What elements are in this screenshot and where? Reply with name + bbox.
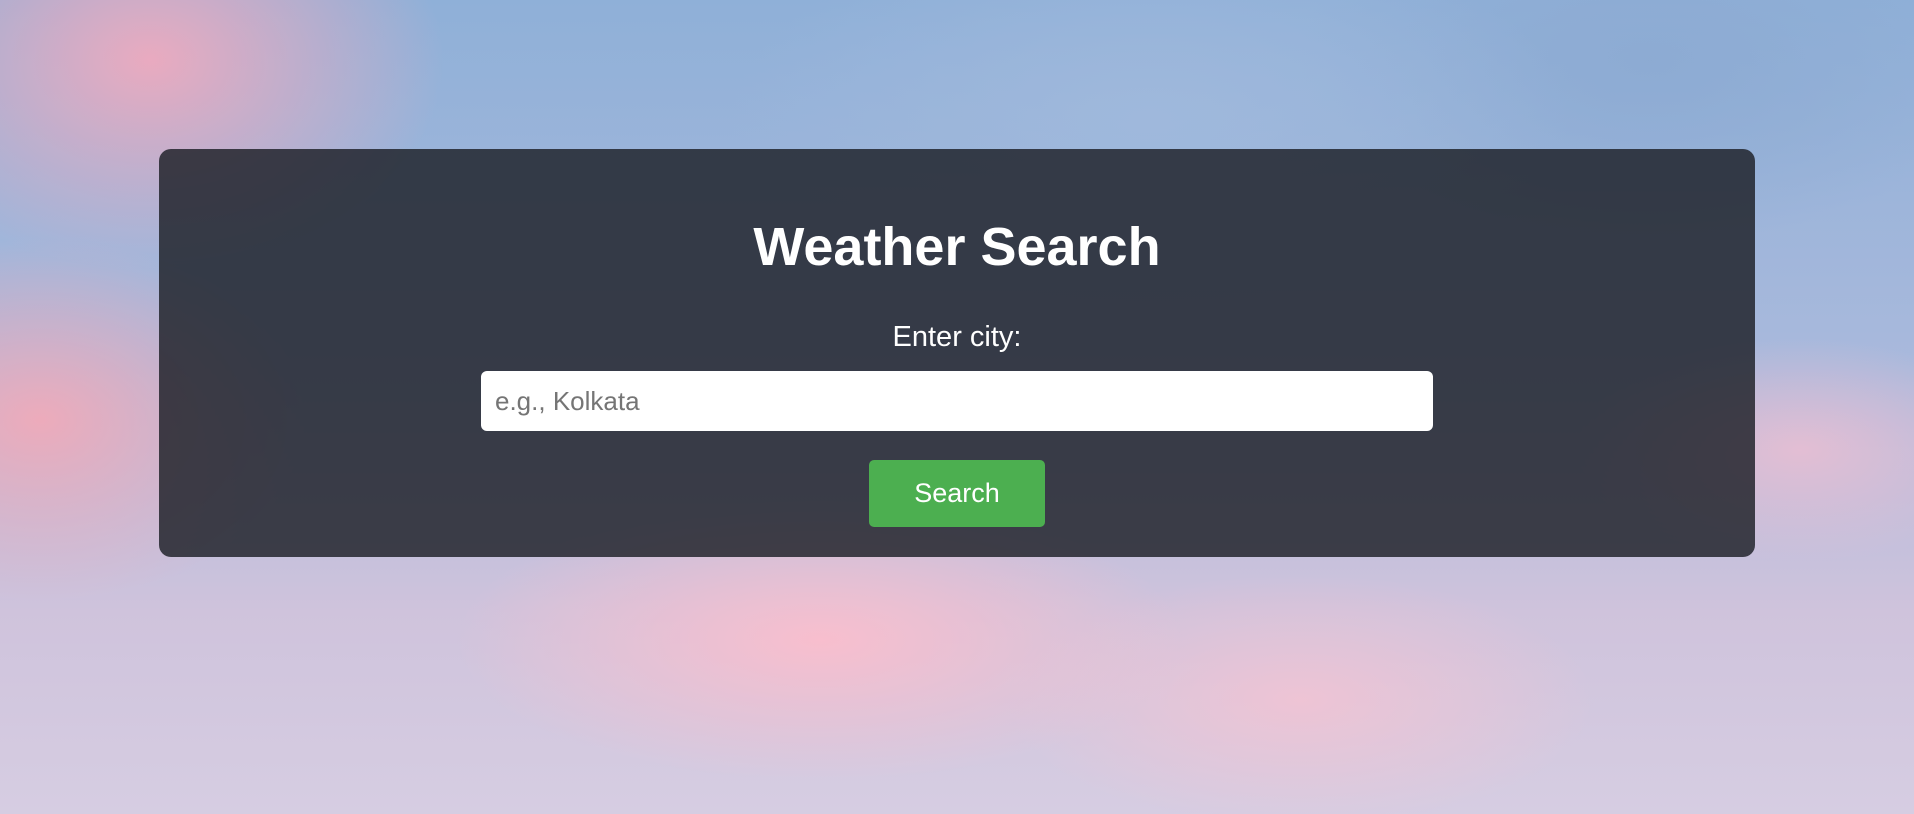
search-button[interactable]: Search xyxy=(869,460,1045,527)
city-search-input[interactable] xyxy=(481,371,1433,431)
sky-background: { "weather_form": { "title": "Weather Se… xyxy=(0,0,1914,814)
weather-search-card: Weather Search Enter city: Search xyxy=(159,149,1755,557)
page-title: Weather Search xyxy=(753,217,1161,277)
city-label: Enter city: xyxy=(892,321,1022,353)
